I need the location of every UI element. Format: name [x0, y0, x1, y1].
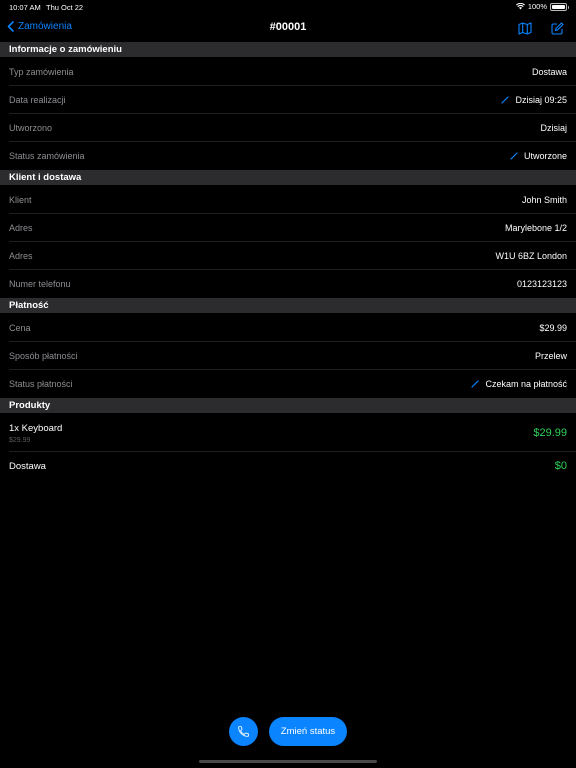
realization-date-value: Dzisiaj 09:25	[515, 95, 567, 105]
row-price: Cena $29.99	[0, 314, 576, 342]
section-header-products: Produkty	[0, 398, 576, 413]
row-payment-status[interactable]: Status płatności Czekam na płatność	[0, 370, 576, 398]
section-header-order-info: Informacje o zamówieniu	[0, 42, 576, 57]
row-label: Status płatności	[9, 379, 73, 389]
row-value: Dzisiaj	[540, 123, 567, 133]
map-icon	[518, 21, 532, 35]
phone-icon	[238, 726, 249, 737]
edit-button[interactable]	[549, 20, 565, 36]
battery-percent: 100%	[527, 2, 547, 11]
change-status-button[interactable]: Zmień status	[269, 717, 347, 746]
row-label: Typ zamówienia	[9, 67, 74, 77]
row-value: W1U 6BZ London	[495, 251, 567, 261]
row-label: Utworzono	[9, 123, 53, 133]
product-name: 1x Keyboard	[9, 423, 63, 434]
row-client: Klient John Smith	[0, 186, 576, 214]
section-header-payment: Płatność	[0, 298, 576, 313]
status-bar: 10:07 AM Thu Oct 22 100%	[0, 0, 576, 14]
row-label: Numer telefonu	[9, 279, 71, 289]
product-total: $29.99	[533, 427, 567, 439]
map-button[interactable]	[517, 20, 533, 36]
row-order-status[interactable]: Status zamówienia Utworzone	[0, 142, 576, 170]
row-label: Data realizacji	[9, 95, 66, 105]
pencil-icon	[471, 380, 480, 388]
row-value: Przelew	[534, 351, 567, 361]
product-unit-price: $29.99	[9, 437, 31, 444]
row-value: 0123123123	[516, 279, 567, 289]
row-label: Status zamówienia	[9, 151, 85, 161]
status-date: Thu Oct 22	[46, 3, 84, 12]
home-indicator[interactable]	[199, 760, 377, 763]
delivery-item: Dostawa $0	[0, 452, 576, 480]
row-label: Adres	[9, 223, 33, 233]
payment-status-value: Czekam na płatność	[485, 379, 567, 389]
page-title: #00001	[269, 21, 307, 33]
row-phone: Numer telefonu 0123123123	[0, 270, 576, 298]
row-value: $29.99	[539, 323, 567, 333]
row-label: Cena	[9, 323, 31, 333]
row-label: Sposób płatności	[9, 351, 78, 361]
row-value-editable[interactable]: Utworzone	[510, 151, 567, 161]
delivery-price: $0	[554, 460, 567, 472]
row-created: Utworzono Dzisiaj	[0, 114, 576, 142]
row-address-2: Adres W1U 6BZ London	[0, 242, 576, 270]
navigation-bar: Zamówienia #00001	[0, 14, 576, 42]
order-status-value: Utworzone	[523, 151, 567, 161]
row-address-1: Adres Marylebone 1/2	[0, 214, 576, 242]
row-value: Marylebone 1/2	[504, 223, 567, 233]
product-item: 1x Keyboard $29.99 $29.99	[0, 414, 576, 452]
pencil-icon	[510, 152, 518, 160]
section-header-client: Klient i dostawa	[0, 170, 576, 185]
battery-icon	[550, 2, 569, 11]
row-value: Dostawa	[531, 67, 567, 77]
row-realization-date[interactable]: Data realizacji Dzisiaj 09:25	[0, 86, 576, 114]
compose-icon	[550, 21, 564, 35]
status-right: 100%	[515, 2, 569, 11]
status-time: 10:07 AM	[9, 3, 41, 12]
row-value-editable[interactable]: Czekam na płatność	[471, 379, 567, 389]
pencil-icon	[501, 96, 510, 104]
row-value: John Smith	[521, 195, 567, 205]
row-value-editable[interactable]: Dzisiaj 09:25	[501, 95, 567, 105]
row-label: Klient	[9, 195, 32, 205]
row-payment-method: Sposób płatności Przelew	[0, 342, 576, 370]
row-order-type: Typ zamówienia Dostawa	[0, 58, 576, 86]
wifi-icon	[515, 3, 525, 10]
row-label: Adres	[9, 251, 33, 261]
delivery-name: Dostawa	[9, 461, 46, 472]
call-button[interactable]	[229, 717, 258, 746]
